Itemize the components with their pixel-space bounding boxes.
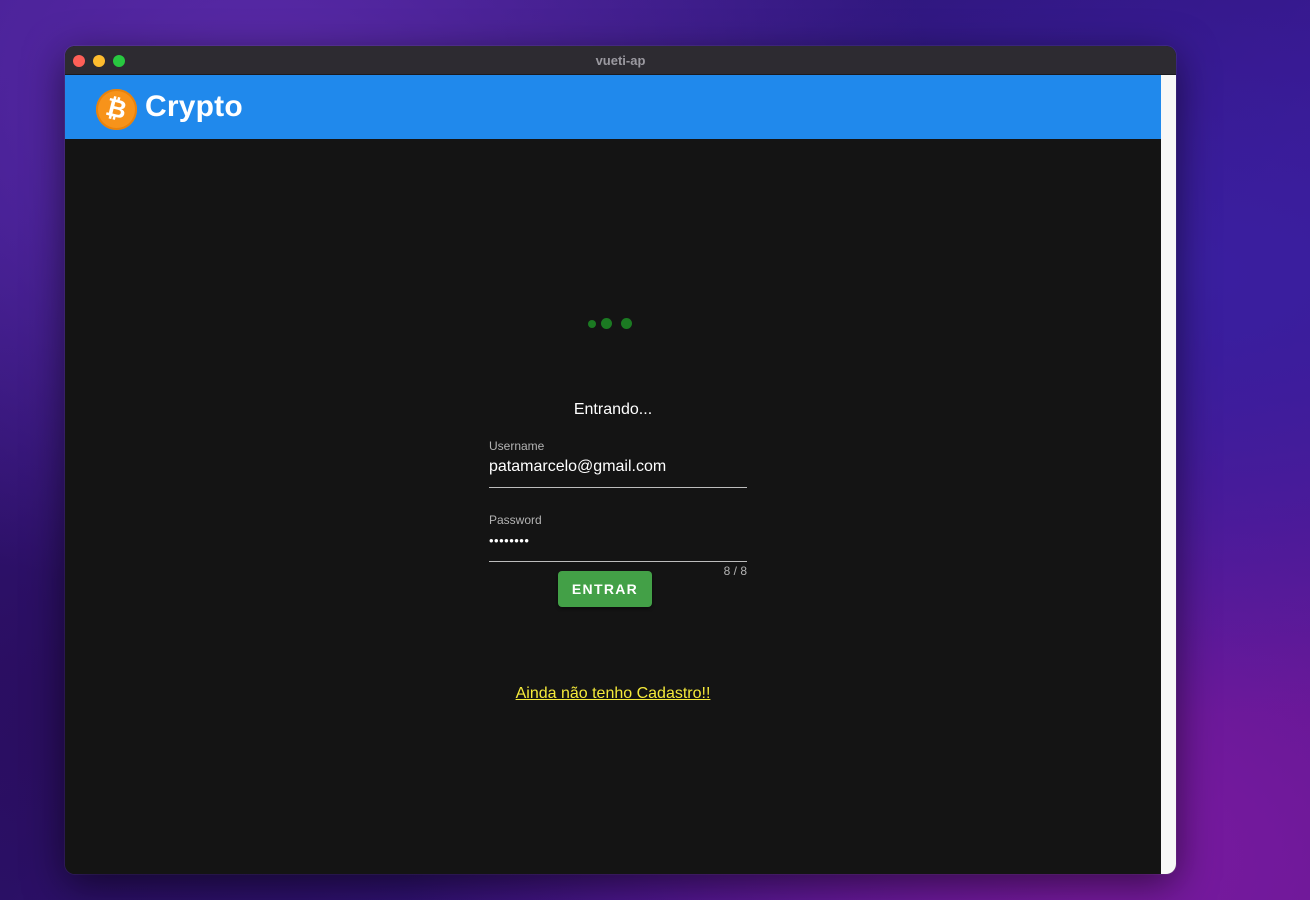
password-field[interactable]: Password ••••••••: [489, 513, 747, 562]
login-button[interactable]: ENTRAR: [558, 571, 652, 607]
window-titlebar[interactable]: vueti-ap: [65, 46, 1176, 75]
window-title: vueti-ap: [595, 53, 646, 68]
loading-status-text: Entrando...: [573, 401, 653, 418]
password-input[interactable]: ••••••••: [489, 532, 747, 562]
loading-dots-indicator: [587, 317, 637, 331]
loading-dot: [601, 318, 612, 329]
password-label: Password: [489, 513, 542, 527]
app-window: vueti-ap ₿ Crypto Entrando... Username p…: [65, 46, 1176, 874]
login-page: Entrando... Username patamarcelo@gmail.c…: [65, 139, 1161, 874]
loading-dot: [621, 318, 632, 329]
scrollbar-track[interactable]: [1161, 75, 1176, 874]
bitcoin-icon: ₿: [96, 88, 137, 130]
username-label: Username: [489, 439, 545, 453]
register-link[interactable]: Ainda não tenho Cadastro!!: [65, 685, 1161, 703]
brand-title: Crypto: [145, 90, 243, 123]
loading-dot: [588, 320, 596, 328]
username-field[interactable]: Username patamarcelo@gmail.com: [489, 439, 747, 488]
username-input[interactable]: patamarcelo@gmail.com: [489, 458, 747, 488]
app-bar: ₿ Crypto: [65, 75, 1161, 139]
